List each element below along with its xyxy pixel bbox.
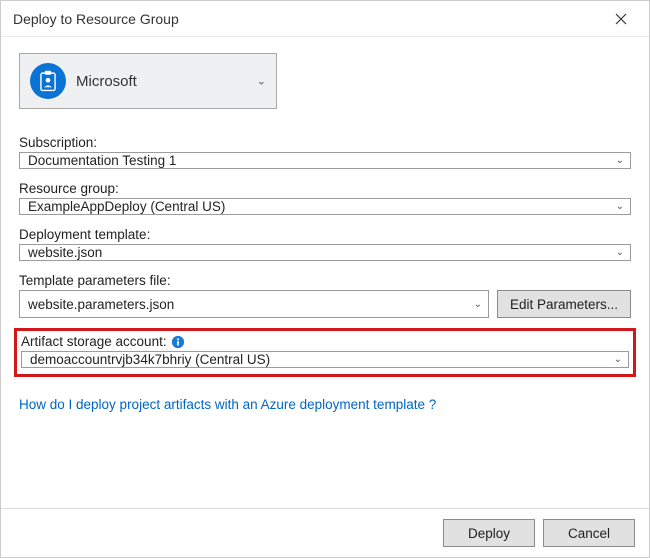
info-icon (171, 335, 185, 349)
subscription-field: Subscription: Documentation Testing 1 ⌄ (19, 135, 631, 169)
subscription-value: Documentation Testing 1 (28, 153, 176, 168)
account-avatar (30, 63, 66, 99)
dialog-content: Microsoft ⌄ Subscription: Documentation … (1, 37, 649, 508)
chevron-down-icon: ⌄ (257, 75, 266, 88)
chevron-down-icon: ⌄ (474, 299, 482, 310)
deploy-dialog: Deploy to Resource Group Microsoft ⌄ Sub… (0, 0, 650, 558)
chevron-down-icon: ⌄ (616, 247, 624, 258)
deploy-button[interactable]: Deploy (443, 519, 535, 547)
resource-group-field: Resource group: ExampleAppDeploy (Centra… (19, 181, 631, 215)
badge-icon (38, 70, 58, 92)
artifact-storage-value: demoaccountrvjb34k7bhriy (Central US) (30, 352, 270, 367)
edit-parameters-button[interactable]: Edit Parameters... (497, 290, 631, 318)
chevron-down-icon: ⌄ (616, 201, 624, 212)
deployment-template-value: website.json (28, 245, 102, 260)
template-params-value: website.parameters.json (28, 297, 174, 312)
close-button[interactable] (601, 4, 641, 34)
artifact-storage-select[interactable]: demoaccountrvjb34k7bhriy (Central US) ⌄ (21, 351, 629, 368)
account-picker[interactable]: Microsoft ⌄ (19, 53, 277, 109)
deployment-template-field: Deployment template: website.json ⌄ (19, 227, 631, 261)
close-icon (615, 13, 627, 25)
artifact-storage-label: Artifact storage account: (21, 334, 629, 349)
artifact-storage-field: Artifact storage account: demoaccountrvj… (21, 334, 629, 368)
chevron-down-icon: ⌄ (616, 155, 624, 166)
titlebar: Deploy to Resource Group (1, 1, 649, 37)
subscription-label: Subscription: (19, 135, 631, 150)
artifact-storage-highlight: Artifact storage account: demoaccountrvj… (14, 328, 636, 377)
chevron-down-icon: ⌄ (614, 354, 622, 365)
cancel-button[interactable]: Cancel (543, 519, 635, 547)
resource-group-label: Resource group: (19, 181, 631, 196)
template-params-label: Template parameters file: (19, 273, 631, 288)
template-params-field: Template parameters file: website.parame… (19, 273, 631, 318)
subscription-select[interactable]: Documentation Testing 1 ⌄ (19, 152, 631, 169)
account-name: Microsoft (76, 73, 137, 90)
dialog-footer: Deploy Cancel (1, 508, 649, 557)
resource-group-value: ExampleAppDeploy (Central US) (28, 199, 225, 214)
help-link[interactable]: How do I deploy project artifacts with a… (19, 397, 631, 412)
deployment-template-select[interactable]: website.json ⌄ (19, 244, 631, 261)
window-title: Deploy to Resource Group (13, 11, 601, 27)
resource-group-select[interactable]: ExampleAppDeploy (Central US) ⌄ (19, 198, 631, 215)
artifact-storage-label-text: Artifact storage account: (21, 334, 167, 349)
template-params-select[interactable]: website.parameters.json ⌄ (19, 290, 489, 318)
deployment-template-label: Deployment template: (19, 227, 631, 242)
